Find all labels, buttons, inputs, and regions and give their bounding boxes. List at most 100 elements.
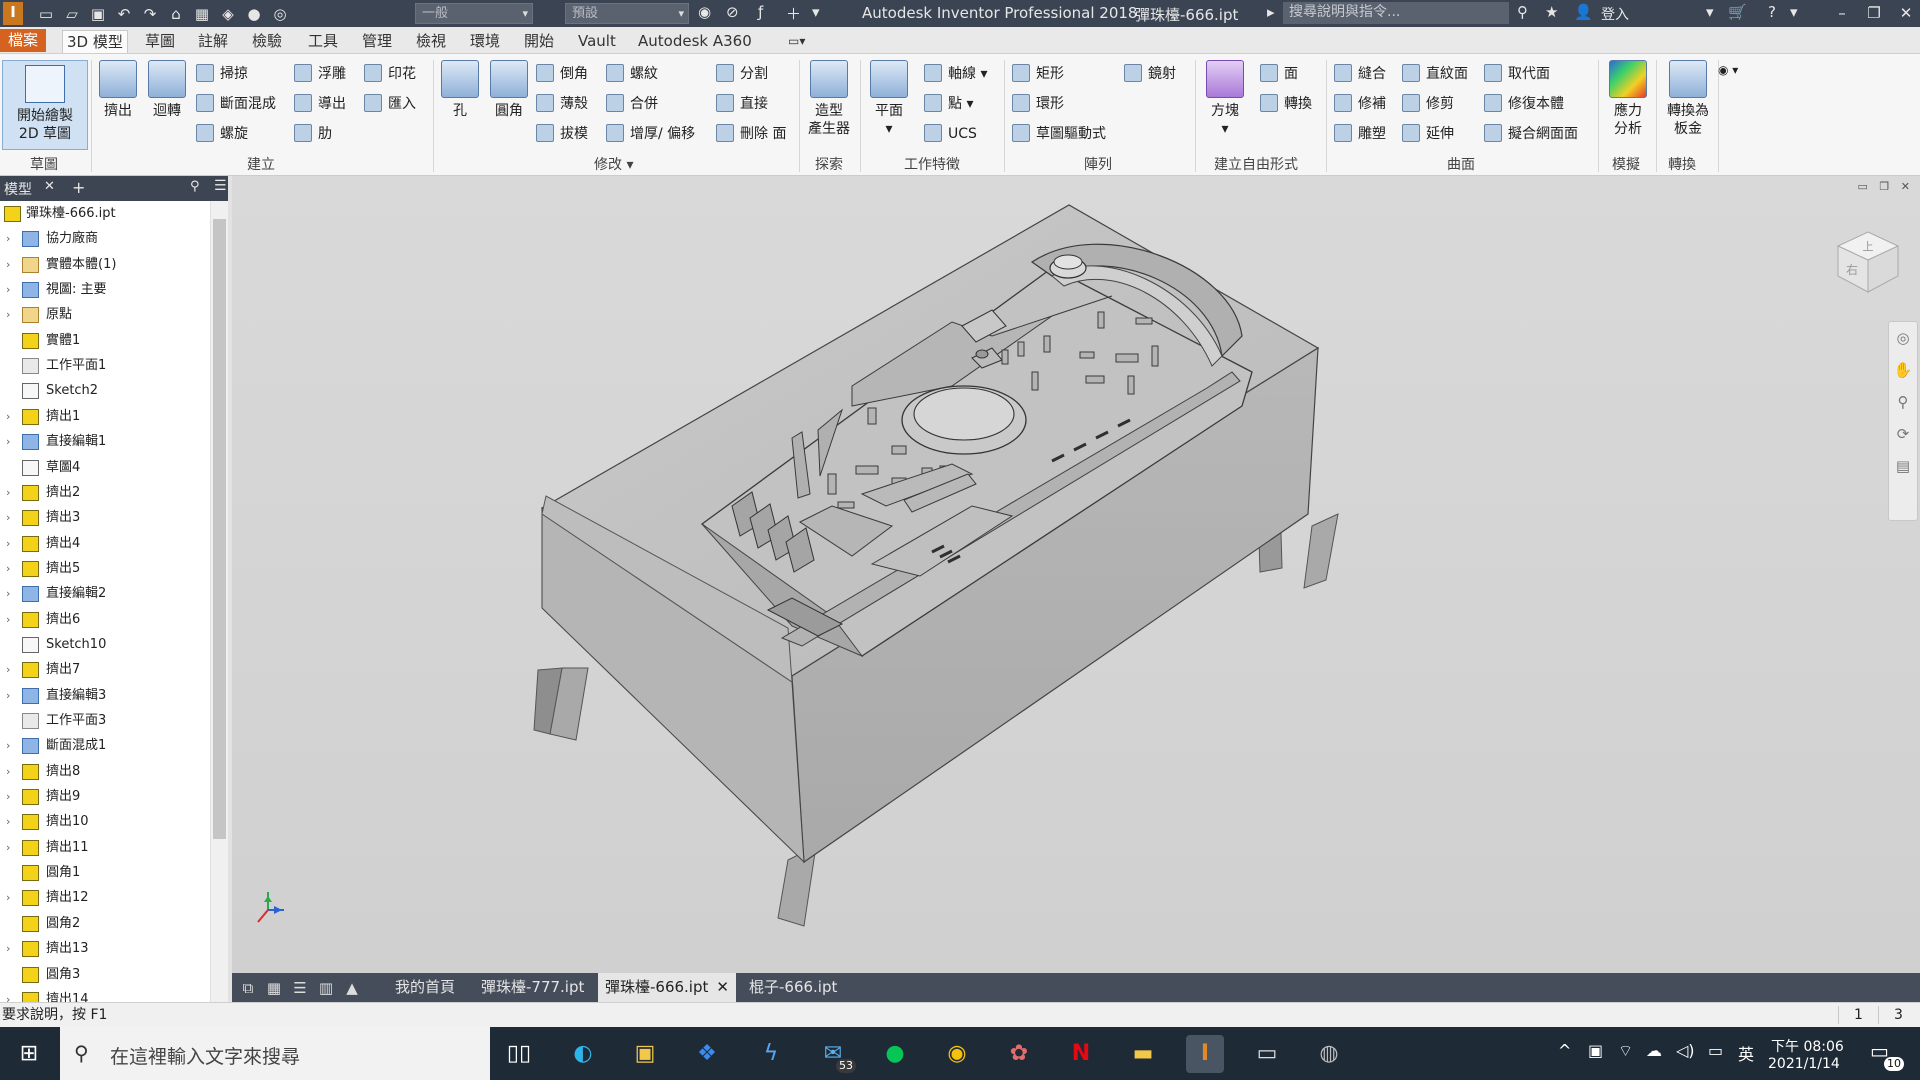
- point-button[interactable]: 點 ▾: [924, 92, 973, 116]
- clock-date[interactable]: 2021/1/14: [1768, 1056, 1840, 1072]
- tab-inspect[interactable]: 檢驗: [248, 30, 286, 53]
- microsoft-store-icon[interactable]: ▣: [626, 1035, 664, 1073]
- inventor-taskbar-icon[interactable]: I: [1186, 1035, 1224, 1073]
- tree-item[interactable]: 圓角1: [0, 860, 210, 885]
- tab-view[interactable]: 檢視: [412, 30, 450, 53]
- mirror-button[interactable]: 鏡射: [1124, 62, 1176, 86]
- stress-analysis-button[interactable]: 應力 分析: [1604, 60, 1652, 138]
- freeform-convert-button[interactable]: 轉換: [1260, 92, 1312, 116]
- start-2d-sketch-button[interactable]: 開始繪製 2D 草圖: [2, 60, 88, 150]
- store-cart-icon[interactable]: 🛒: [1728, 3, 1747, 21]
- ucs-button[interactable]: UCS: [924, 122, 977, 146]
- expand-chevron-icon[interactable]: ›: [6, 885, 16, 910]
- loft-button[interactable]: 斷面混成: [196, 92, 276, 116]
- sketch-driven-pattern-button[interactable]: 草圖驅動式: [1012, 122, 1106, 146]
- doc-tab-pinball-777[interactable]: 彈珠檯-777.ipt: [474, 973, 591, 1002]
- extrude-button[interactable]: 擠出: [96, 60, 140, 120]
- adjust-icon[interactable]: ◎: [270, 4, 290, 24]
- parameters-icon[interactable]: ƒ: [758, 3, 763, 21]
- home-icon[interactable]: ⌂: [166, 4, 186, 24]
- shell-button[interactable]: 薄殼: [536, 92, 588, 116]
- expand-chevron-icon[interactable]: ›: [6, 936, 16, 961]
- tree-item[interactable]: › 實體本體(1): [0, 252, 210, 277]
- cascade-windows-icon[interactable]: ⧉: [238, 978, 258, 998]
- tree-item[interactable]: › 擠出6: [0, 607, 210, 632]
- battery-icon[interactable]: ▭: [1708, 1041, 1723, 1060]
- look-at-icon[interactable]: ▤: [1889, 450, 1917, 482]
- coil-button[interactable]: 螺旋: [196, 122, 248, 146]
- taskbar-search-input[interactable]: ⚲ 在這裡輸入文字來搜尋: [60, 1027, 490, 1080]
- rib-button[interactable]: 肋: [294, 122, 332, 146]
- axis-button[interactable]: 軸線 ▾: [924, 62, 987, 86]
- emboss-button[interactable]: 浮雕: [294, 62, 346, 86]
- tree-item[interactable]: › 擠出14: [0, 987, 210, 1002]
- tree-item[interactable]: › 擠出10: [0, 809, 210, 834]
- close-tab-icon[interactable]: ✕: [716, 978, 729, 996]
- ruled-surface-button[interactable]: 直紋面: [1402, 62, 1468, 86]
- dropbox-icon[interactable]: ❖: [688, 1035, 726, 1073]
- clear-appearance-icon[interactable]: ⊘: [726, 3, 739, 21]
- file-explorer-icon[interactable]: ▬: [1124, 1035, 1162, 1073]
- expand-chevron-icon[interactable]: ›: [6, 531, 16, 556]
- redo-icon[interactable]: ↷: [140, 4, 160, 24]
- ribbon-display-toggle-icon[interactable]: ▭▾: [784, 30, 809, 53]
- expand-chevron-icon[interactable]: ›: [6, 480, 16, 505]
- draft-button[interactable]: 拔模: [536, 122, 588, 146]
- add-icon[interactable]: ＋: [786, 3, 801, 24]
- tree-item[interactable]: › 斷面混成1: [0, 733, 210, 758]
- expand-chevron-icon[interactable]: ›: [6, 784, 16, 809]
- extend-button[interactable]: 延伸: [1402, 122, 1454, 146]
- tree-item[interactable]: › 擠出2: [0, 480, 210, 505]
- model-browser-tab[interactable]: 模型: [4, 179, 32, 199]
- minimize-button[interactable]: –: [1830, 2, 1854, 24]
- tab-a360[interactable]: Autodesk A360: [634, 30, 756, 53]
- tab-sketch[interactable]: 草圖: [141, 30, 179, 53]
- color-override-icon[interactable]: ●: [244, 4, 264, 24]
- expand-chevron-icon[interactable]: ›: [6, 252, 16, 277]
- expand-chevron-icon[interactable]: ›: [6, 505, 16, 530]
- tree-item[interactable]: › 擠出4: [0, 531, 210, 556]
- expand-chevron-icon[interactable]: ›: [6, 302, 16, 327]
- tree-item[interactable]: 草圖4: [0, 455, 210, 480]
- chamfer-button[interactable]: 倒角: [536, 62, 588, 86]
- new-file-icon[interactable]: ▭: [36, 4, 56, 24]
- expand-chevron-icon[interactable]: ›: [6, 759, 16, 784]
- stitch-button[interactable]: 縫合: [1334, 62, 1386, 86]
- tab-manage[interactable]: 管理: [358, 30, 396, 53]
- edge-browser-icon[interactable]: ◐: [564, 1035, 602, 1073]
- inventor-logo-icon[interactable]: I: [3, 2, 23, 25]
- mail-icon[interactable]: ✉ 53: [814, 1035, 856, 1073]
- tree-item[interactable]: 工作平面3: [0, 708, 210, 733]
- windows-start-icon[interactable]: ⊞: [0, 1027, 58, 1080]
- tree-item[interactable]: 圓角2: [0, 911, 210, 936]
- zoom-icon[interactable]: ⚲: [1889, 386, 1917, 418]
- sculpt-button[interactable]: 雕塑: [1334, 122, 1386, 146]
- sphere-app-icon[interactable]: ◍: [1310, 1035, 1348, 1073]
- search-filter-icon[interactable]: ⚲: [1517, 3, 1528, 21]
- revolve-button[interactable]: 迴轉: [144, 60, 190, 120]
- help-dropdown-icon[interactable]: ▾: [1790, 3, 1798, 21]
- menu-icon[interactable]: ☰: [214, 178, 227, 194]
- save-icon[interactable]: ▣: [88, 4, 108, 24]
- wifi-icon[interactable]: ⌔: [1618, 1041, 1633, 1061]
- login-button[interactable]: 登入: [1601, 4, 1629, 24]
- split-button[interactable]: 分割: [716, 62, 768, 86]
- tab-list-up-icon[interactable]: ▲: [342, 978, 362, 998]
- graphics-viewport[interactable]: ▭ ❐ ✕ 上 右 ◎ ✋ ⚲ ⟳ ▤: [232, 176, 1920, 973]
- login-dropdown-icon[interactable]: ▾: [1706, 3, 1714, 21]
- tree-item[interactable]: › 擠出3: [0, 505, 210, 530]
- tree-item[interactable]: › 直接編輯3: [0, 683, 210, 708]
- tree-item[interactable]: 圓角3: [0, 962, 210, 987]
- decal-button[interactable]: 印花: [364, 62, 416, 86]
- freeform-face-button[interactable]: 面: [1260, 62, 1298, 86]
- search-icon[interactable]: ⚲: [190, 179, 200, 194]
- onedrive-icon[interactable]: ☁: [1646, 1041, 1662, 1060]
- undo-icon[interactable]: ↶: [114, 4, 134, 24]
- tab-get-started[interactable]: 開始: [520, 30, 558, 53]
- expand-chevron-icon[interactable]: ›: [6, 607, 16, 632]
- expand-chevron-icon[interactable]: ›: [6, 809, 16, 834]
- tree-item[interactable]: Sketch2: [0, 378, 210, 403]
- doc-tab-stick-666[interactable]: 棍子-666.ipt: [742, 973, 844, 1002]
- tab-vault[interactable]: Vault: [574, 30, 620, 53]
- expand-chevron-icon[interactable]: ›: [6, 277, 16, 302]
